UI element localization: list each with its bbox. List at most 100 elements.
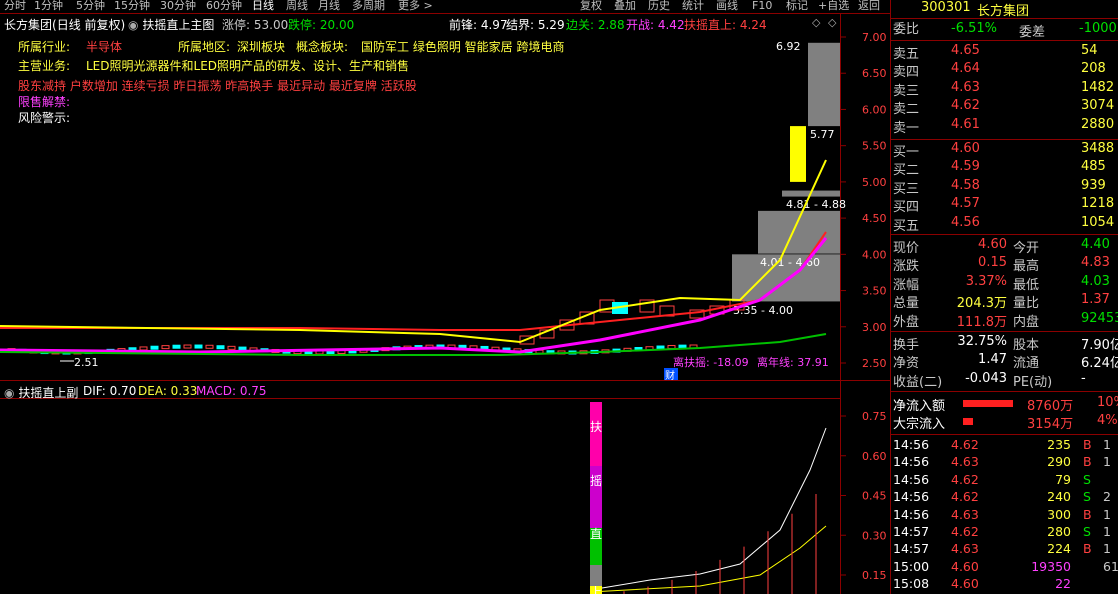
tick-volume: 290 <box>1047 454 1071 470</box>
tick-volume: 22 <box>1055 576 1071 592</box>
flow-pct: 10% <box>1097 395 1118 410</box>
bid-price: 4.60 <box>951 141 980 156</box>
flow-bar <box>963 400 1013 407</box>
candle <box>183 344 192 349</box>
stat-value: 7.90亿 <box>1081 338 1118 353</box>
tick-extra: 1 <box>1103 506 1111 522</box>
stat-label: 最高 <box>1013 259 1040 275</box>
stat-label: 净资 <box>893 356 920 372</box>
quote-panel: 300301 长方集团 委比 -6.51% 委差 -1000 卖五 4.65 54 卖… <box>890 0 1118 594</box>
weibi-row: 委比 <box>893 21 919 39</box>
sub-indicator-name: 扶摇直上副 <box>18 386 79 400</box>
sub-axis-label: 0.30 <box>862 529 887 542</box>
bid-label: 买五 <box>893 218 920 234</box>
chart-mode-label: (日线 前复权) <box>52 18 126 32</box>
bid-price: 4.59 <box>951 159 980 175</box>
indicator-gear-icon[interactable]: ◉ <box>128 18 138 32</box>
tick-time: 14:56 <box>893 506 930 522</box>
chart-settings-icon[interactable]: ◇ <box>828 16 836 29</box>
tick-volume: 235 <box>1047 437 1071 452</box>
concept-label: 概念板块: <box>296 40 349 54</box>
tick-time: 15:00 <box>893 558 930 574</box>
ma-magenta-line <box>0 237 828 354</box>
bid-volume: 1054 <box>1081 214 1115 230</box>
tick-extra: 1 <box>1103 524 1111 539</box>
tick-price: 4.62 <box>951 471 979 487</box>
stat-value: 0.15 <box>978 255 1007 271</box>
tick-price: 4.63 <box>951 541 979 557</box>
chart-expand-icon[interactable]: ◇ <box>812 16 820 29</box>
business-label: 主营业务: <box>18 59 71 73</box>
sub-axis-label: 0.45 <box>862 490 887 503</box>
flow-label: 净流入额 <box>893 399 946 414</box>
tick-time: 15:08 <box>893 576 930 592</box>
price-axis-label: 4.50 <box>862 212 887 225</box>
candle <box>667 344 676 349</box>
industry-value: 半导体 <box>86 40 123 54</box>
stock-name-label: 长方集团 <box>4 18 53 32</box>
bid-volume: 939 <box>1081 177 1106 193</box>
industry-label: 所属行业: <box>18 40 71 54</box>
tick-price: 4.60 <box>951 576 979 592</box>
stat-value: 111.8万 <box>956 314 1007 330</box>
sub-indicator-row[interactable]: ◉ 扶摇直上副 <box>4 384 78 401</box>
risk-label: 风险警示: <box>18 111 71 125</box>
dif-label: DIF: 0.70 <box>83 384 137 398</box>
price-axis-label: 2.50 <box>862 357 887 370</box>
ask-price: 4.61 <box>951 116 980 132</box>
ask-label: 卖四 <box>893 65 920 81</box>
cai-label: 财 <box>665 369 675 382</box>
stat-label: 涨幅 <box>893 277 920 293</box>
low-annotation: 2.51 <box>74 356 99 369</box>
candle <box>205 344 214 349</box>
price-axis-label: 6.00 <box>862 103 887 116</box>
ask-label: 卖三 <box>893 83 920 99</box>
tick-time: 14:56 <box>893 489 930 505</box>
signal-char: 上 <box>590 585 602 594</box>
stock-code: 300301 <box>921 0 971 15</box>
stat-label: 股本 <box>1013 338 1040 353</box>
tick-time: 14:56 <box>893 454 930 470</box>
stat-value: - <box>1081 370 1086 386</box>
stat-label: 流通 <box>1013 356 1040 372</box>
tick-price: 4.63 <box>951 454 979 470</box>
tick-side: B <box>1083 541 1092 557</box>
bid-price: 4.56 <box>951 214 980 230</box>
stock-flags: 股东减持 户数增加 连续亏损 昨日振荡 昨高换手 最近异动 最近复牌 活跃股 <box>18 79 417 93</box>
ask-price: 4.62 <box>951 98 980 114</box>
fyzs-label: 扶摇直上: 4.24 <box>684 18 767 32</box>
stat-value: 4.83 <box>1081 255 1110 271</box>
dea-label: DEA: 0.33 <box>138 384 198 398</box>
tick-volume: 79 <box>1055 471 1071 487</box>
weibi-label: 委比 <box>893 22 920 37</box>
tick-extra: 1 <box>1103 437 1111 452</box>
tick-volume: 240 <box>1047 489 1071 505</box>
divider <box>891 434 1118 435</box>
price-axis-label: 6.50 <box>862 67 887 80</box>
limit-down-label: 跌停: 20.00 <box>288 18 355 32</box>
stat-label: 量比 <box>1013 296 1040 312</box>
tick-side: B <box>1083 454 1092 470</box>
ask-label: 卖二 <box>893 102 920 118</box>
bid-volume: 485 <box>1081 159 1106 175</box>
sub-indicator-gear-icon[interactable]: ◉ <box>4 386 14 400</box>
flow-label: 大宗流入 <box>893 417 946 433</box>
tick-side: S <box>1083 471 1091 487</box>
tick-volume: 224 <box>1047 541 1071 557</box>
price-axis-label: 5.50 <box>862 140 887 153</box>
tick-side: B <box>1083 437 1092 452</box>
tick-time: 14:56 <box>893 437 930 452</box>
ask-price: 4.65 <box>951 43 980 58</box>
tick-extra: 1 <box>1103 541 1111 557</box>
stat-label: 总量 <box>893 296 920 312</box>
tick-price: 4.62 <box>951 437 979 452</box>
candle <box>216 345 225 350</box>
tick-extra: 2 <box>1103 489 1111 505</box>
flow-value: 8760万 <box>1027 399 1074 414</box>
indicator-selector[interactable]: ◉ 扶摇直上主图 <box>128 16 214 33</box>
stat-label: 最低 <box>1013 277 1040 293</box>
flow-value: 3154万 <box>1027 417 1074 433</box>
stat-label: 内盘 <box>1013 314 1040 330</box>
stat-value: 924538 <box>1081 310 1118 326</box>
stat-value: 4.40 <box>1081 237 1110 252</box>
